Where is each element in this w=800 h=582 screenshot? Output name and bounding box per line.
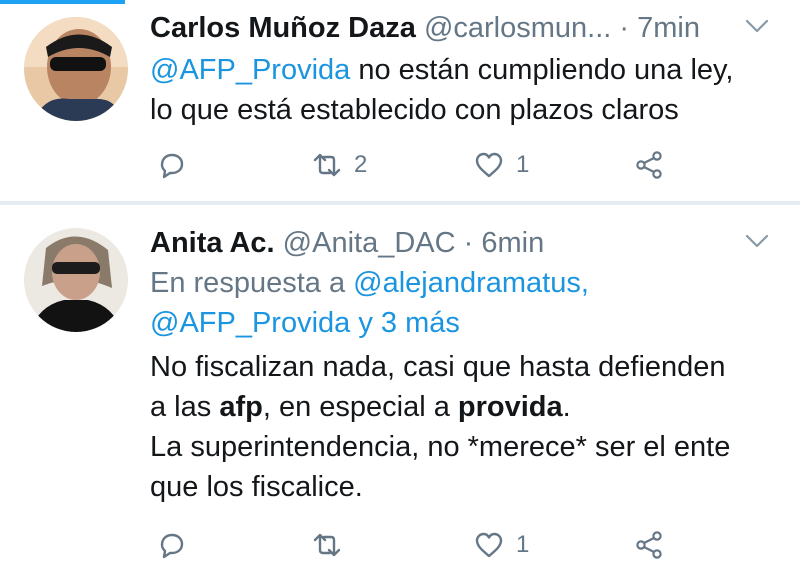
reply-context: En respuesta a @alejandramatus, @AFP_Pro… — [150, 263, 770, 343]
tweet-anita[interactable]: Anita Ac. @Anita_DAC · 6min En respuesta… — [150, 225, 770, 507]
timestamp[interactable]: 7min — [637, 12, 700, 44]
display-name[interactable]: Carlos Muñoz Daza — [150, 12, 416, 44]
share-button[interactable] — [632, 525, 666, 565]
tweet-text: @AFP_Provida no están cumpliendo una ley… — [150, 50, 770, 130]
tweet-carlos[interactable]: Carlos Muñoz Daza @carlosmun... · 7min @… — [0, 0, 800, 202]
retweet-button[interactable] — [310, 525, 354, 565]
timestamp[interactable]: 6min — [481, 227, 544, 259]
tweet-header: Carlos Muñoz Daza @carlosmun... · 7min — [150, 10, 770, 46]
retweet-icon — [313, 533, 341, 557]
bold-word: provida — [457, 391, 563, 423]
like-count: 1 — [516, 151, 530, 178]
tweet-text-line: No fiscalizan nada, casi que hasta defie… — [150, 351, 726, 383]
tweet-text-line: La superintendencia, no *merece* ser el … — [150, 431, 731, 463]
reply-icon — [160, 153, 184, 179]
display-name[interactable]: Anita Ac. — [150, 227, 275, 259]
like-button[interactable]: 1 — [472, 145, 529, 185]
share-button[interactable] — [632, 145, 666, 185]
heart-icon — [475, 152, 503, 178]
tweet-text-line: . — [562, 391, 571, 423]
tweet-header: Anita Ac. @Anita_DAC · 6min — [150, 225, 770, 261]
heart-icon — [475, 532, 503, 558]
retweet-icon — [313, 153, 341, 177]
reply-button[interactable] — [154, 525, 188, 565]
separator-dot: · — [463, 227, 474, 259]
tweet-text-line: que los fiscalice. — [150, 471, 363, 503]
tweet-divider — [0, 201, 800, 205]
reply-icon — [160, 533, 184, 559]
bold-word: afp — [219, 391, 263, 423]
user-handle[interactable]: @carlosmun... — [424, 12, 611, 44]
separator-dot: · — [619, 12, 630, 44]
share-icon — [636, 531, 662, 559]
reply-prefix: En respuesta a — [150, 267, 354, 299]
mention-link[interactable]: @alejandramatus, — [353, 267, 589, 299]
user-handle[interactable]: @Anita_DAC — [283, 227, 456, 259]
share-icon — [636, 151, 662, 179]
mention-link[interactable]: @AFP_Provida — [150, 307, 350, 339]
tweet-text-line: no están cumpliendo una ley, — [350, 54, 734, 86]
tweet-actions: 2 1 — [150, 145, 690, 185]
tweet-text: No fiscalizan nada, casi que hasta defie… — [150, 347, 770, 507]
tweet-text-line: a las — [150, 391, 220, 423]
tweet-actions: 1 — [150, 525, 690, 565]
tweet-text-line: , en especial a — [262, 391, 458, 423]
more-mentions-link[interactable]: y 3 más — [350, 307, 460, 339]
chevron-down-icon[interactable] — [744, 16, 770, 36]
avatar[interactable] — [24, 228, 128, 332]
like-count: 1 — [516, 531, 530, 558]
mention-link[interactable]: @AFP_Provida — [150, 54, 350, 86]
chevron-down-icon[interactable] — [744, 231, 770, 251]
reply-button[interactable] — [154, 145, 188, 185]
retweet-count: 2 — [354, 151, 368, 178]
tweet-text-line: lo que está establecido con plazos claro… — [150, 94, 679, 126]
avatar[interactable] — [24, 17, 128, 121]
like-button[interactable]: 1 — [472, 525, 529, 565]
retweet-button[interactable]: 2 — [310, 145, 367, 185]
